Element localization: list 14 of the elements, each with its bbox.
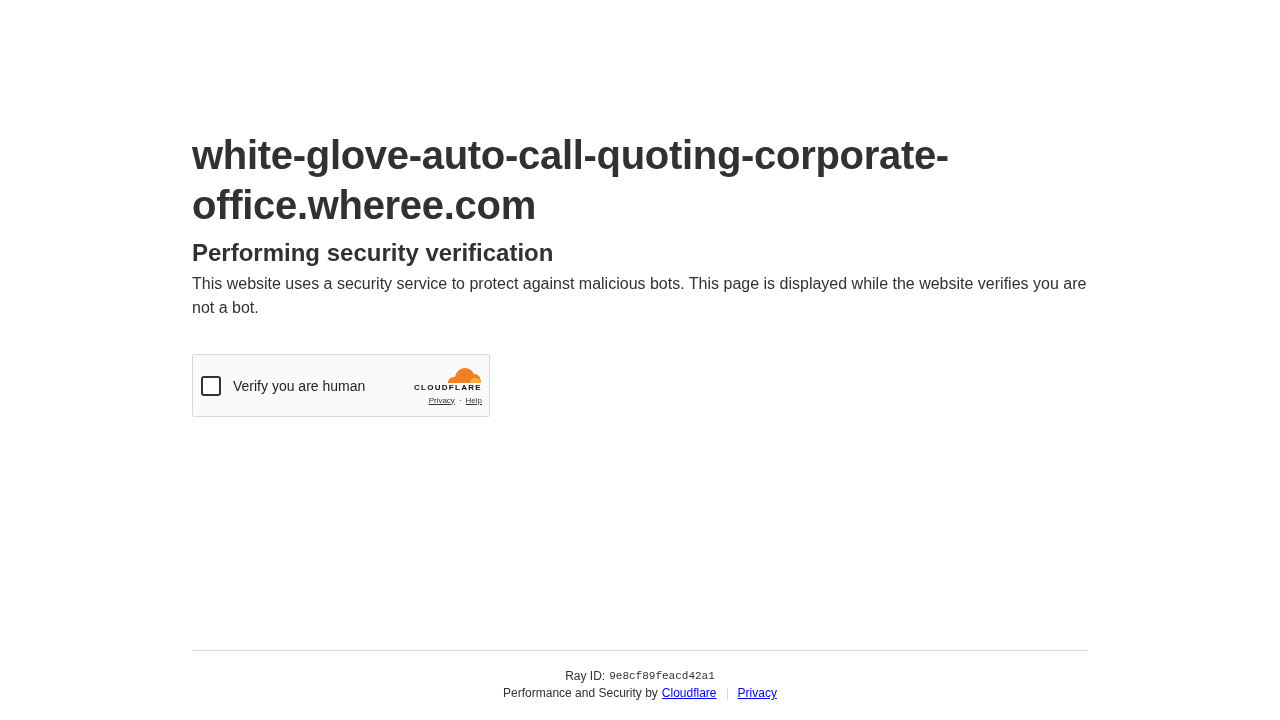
verification-heading: Performing security verification: [192, 238, 555, 268]
checkbox-label: Verify you are human: [233, 377, 367, 394]
help-link[interactable]: Help: [465, 395, 482, 405]
cloudflare-link[interactable]: Cloudflare: [661, 685, 717, 702]
brand-wordmark: CLOUDFLARE: [413, 382, 482, 392]
verify-checkbox[interactable]: [201, 375, 221, 396]
description-text: This website uses a security service to protect against malicious bots. This page is displayed while the website verifies you are not a bot.: [192, 274, 1088, 318]
credit-text: Performance and Security by: [503, 685, 658, 702]
privacy-link[interactable]: Privacy: [737, 685, 777, 702]
site-domain-heading: white-glove-auto-call-quoting-corporate-office.wheree.com: [192, 132, 950, 229]
ray-id-label: Ray ID:: [565, 668, 606, 685]
ray-id-value: 9e8cf89feacd42a1: [609, 669, 715, 684]
privacy-link[interactable]: Privacy: [428, 395, 455, 405]
link-separator: ·: [458, 395, 462, 405]
